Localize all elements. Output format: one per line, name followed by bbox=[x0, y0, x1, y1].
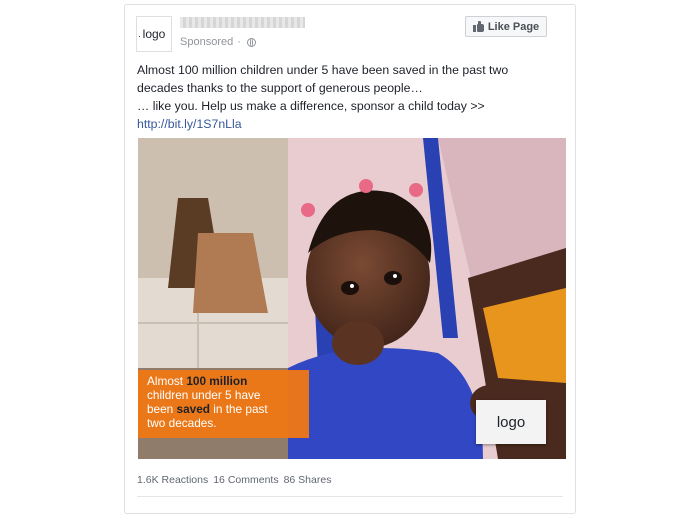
overlay-line-3a: been bbox=[147, 402, 177, 416]
overlay-line-4: two decades. bbox=[147, 416, 217, 430]
post-text-line-1: Almost 100 million children under 5 have… bbox=[137, 63, 509, 77]
sponsored-line: Sponsored · bbox=[180, 36, 256, 48]
thumbs-up-icon bbox=[472, 21, 484, 32]
post-image[interactable]: Almost 100 million children under 5 have… bbox=[138, 138, 566, 459]
overlay-line-1a: Almost bbox=[147, 374, 187, 388]
globe-icon bbox=[246, 37, 256, 47]
reactions-count[interactable]: 1.6K Reactions bbox=[137, 474, 208, 486]
stats-divider bbox=[137, 496, 563, 497]
post-body: Almost 100 million children under 5 have… bbox=[137, 61, 547, 133]
shares-count[interactable]: 86 Shares bbox=[284, 474, 332, 486]
page-avatar-logo[interactable]: · logo bbox=[136, 16, 172, 52]
dot-separator: · bbox=[237, 36, 241, 48]
image-logo-badge: logo bbox=[476, 400, 546, 444]
avatar-dot: · bbox=[138, 31, 141, 41]
overlay-line-3b: in the past bbox=[209, 402, 268, 416]
avatar-logo-text: logo bbox=[142, 27, 166, 41]
page-name-redacted[interactable] bbox=[180, 17, 305, 28]
post-link[interactable]: http://bit.ly/1S7nLla bbox=[137, 117, 242, 131]
comments-count[interactable]: 16 Comments bbox=[213, 474, 278, 486]
sponsored-label[interactable]: Sponsored bbox=[180, 36, 233, 48]
like-page-label: Like Page bbox=[487, 20, 540, 33]
overlay-highlight-2: saved bbox=[176, 402, 210, 416]
post-text-line-2: decades thanks to the support of generou… bbox=[137, 81, 423, 95]
overlay-line-2: children under 5 have bbox=[147, 388, 261, 402]
engagement-stats: 1.6K Reactions 16 Comments 86 Shares bbox=[137, 474, 331, 486]
post-text-line-3: … like you. Help us make a difference, s… bbox=[137, 99, 485, 113]
like-page-button[interactable]: Like Page bbox=[465, 16, 547, 37]
overlay-highlight-1: 100 million bbox=[186, 374, 248, 388]
image-overlay-text: Almost 100 million children under 5 have… bbox=[138, 370, 309, 438]
